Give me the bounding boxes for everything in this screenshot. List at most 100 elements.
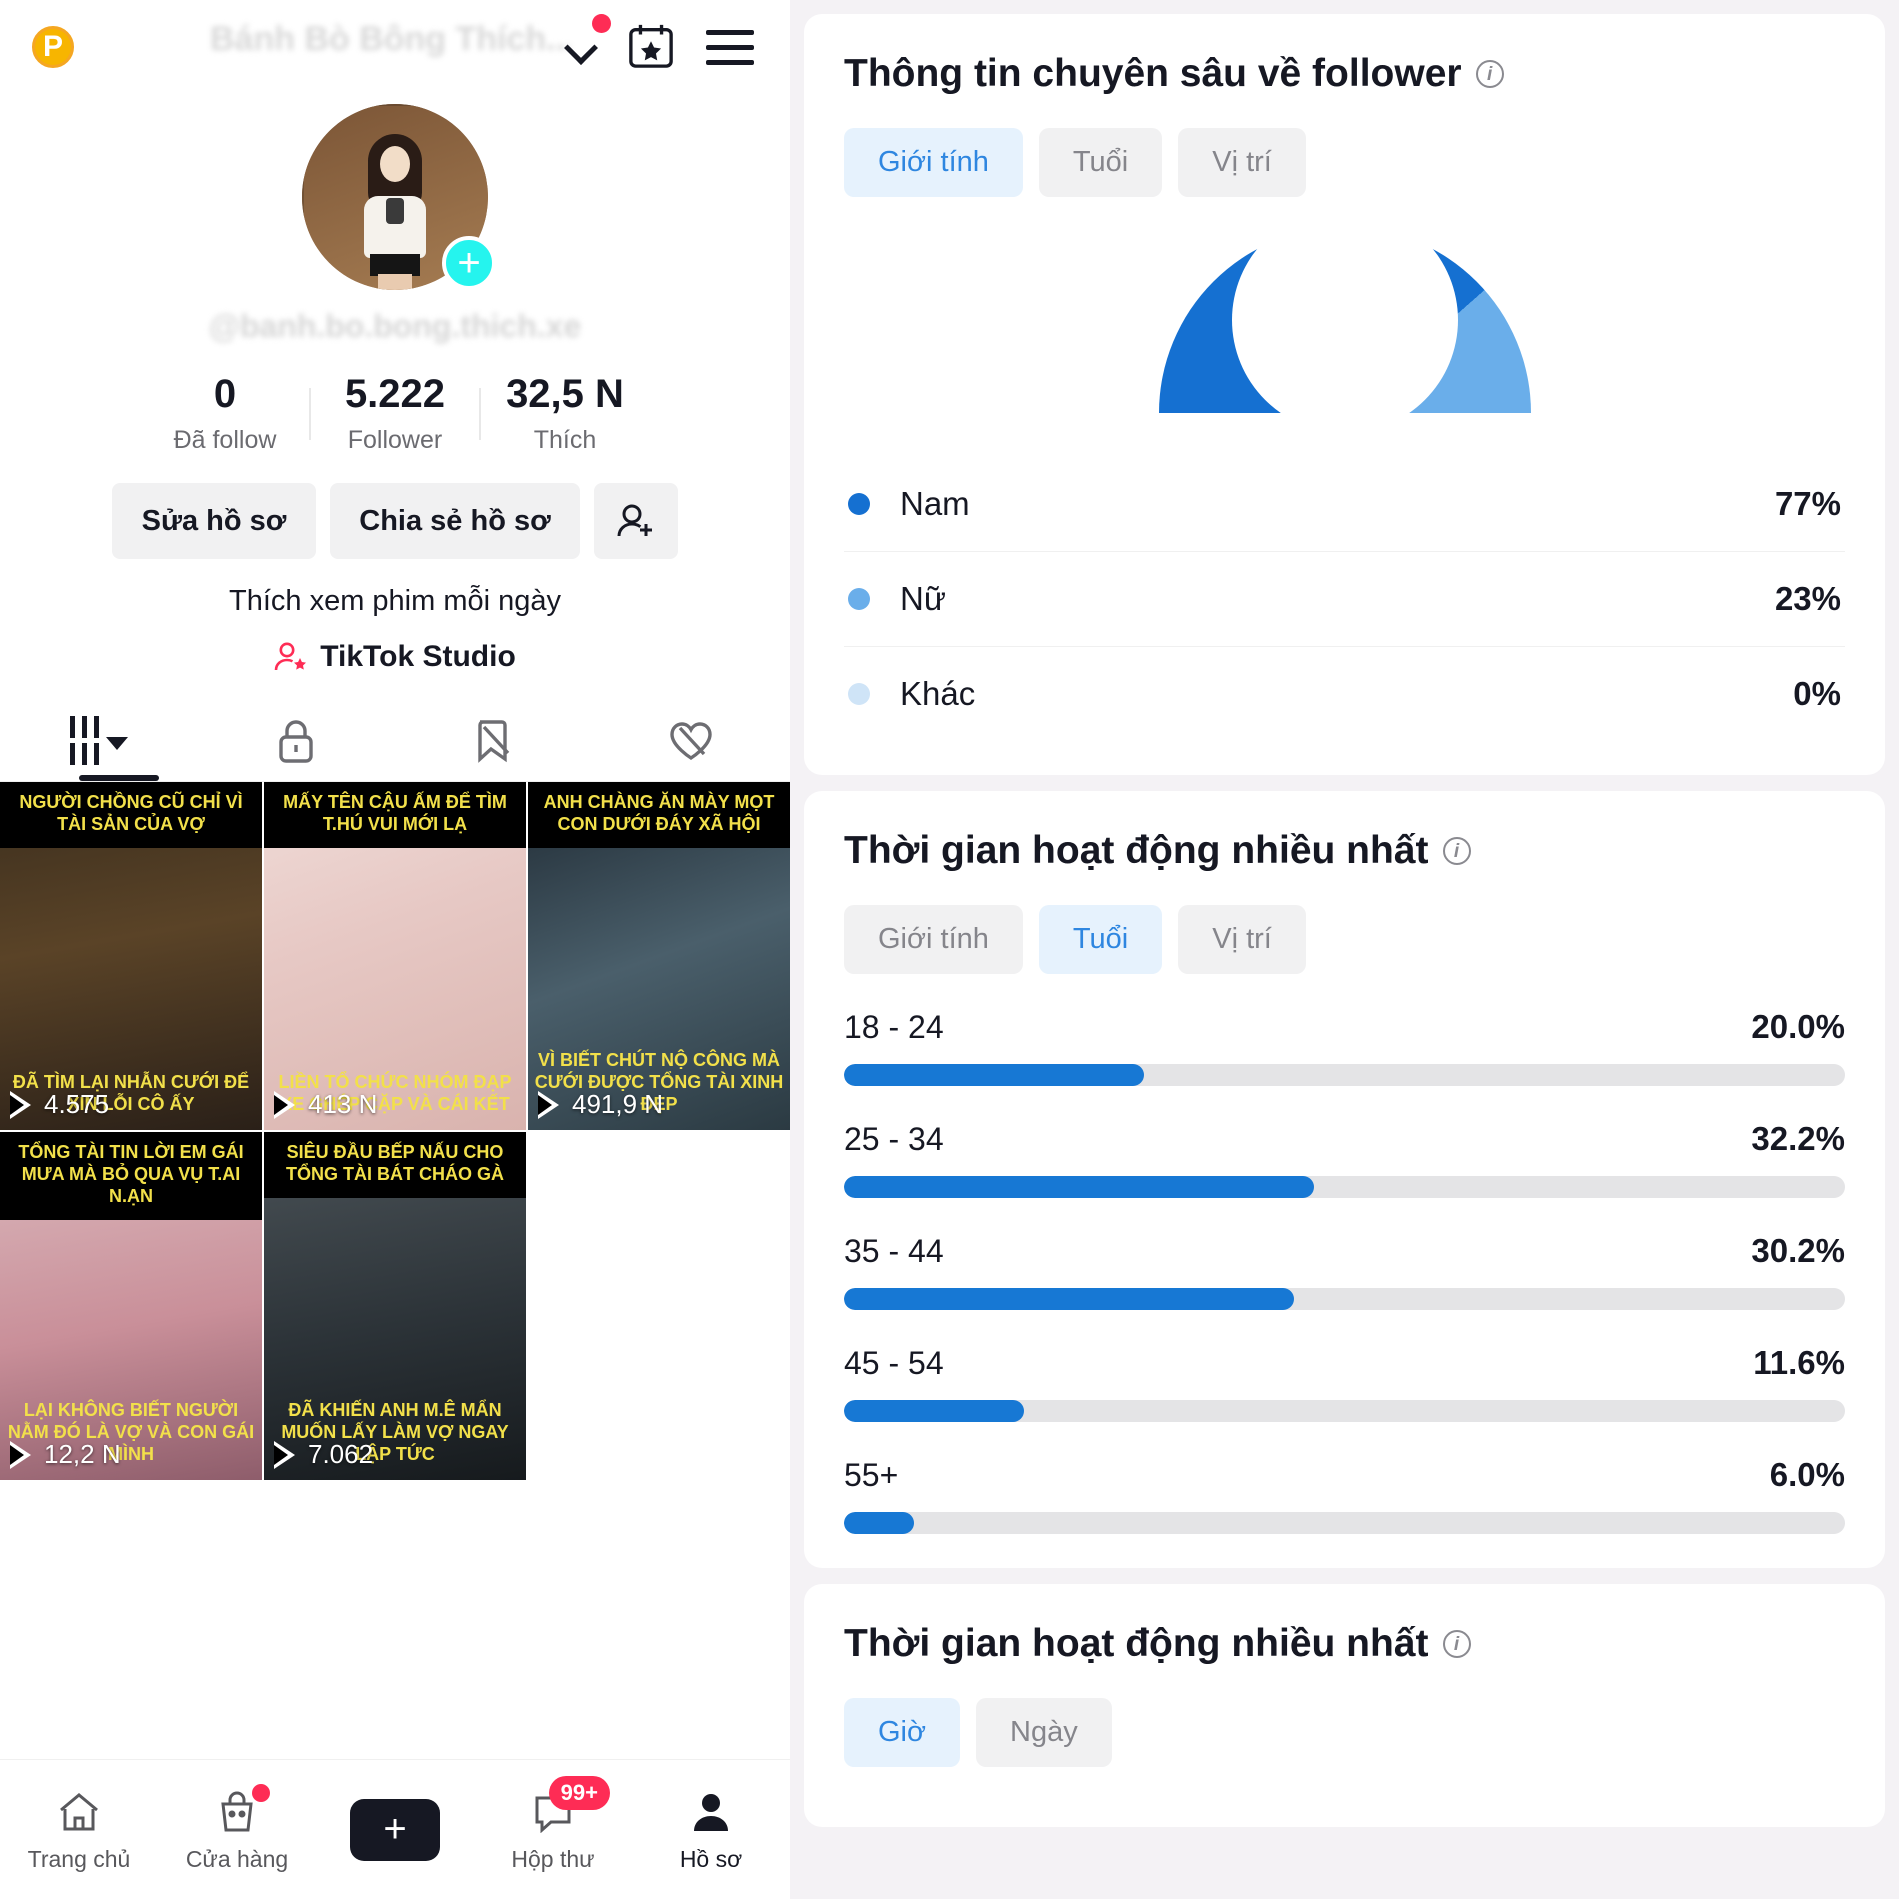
tab-ngay[interactable]: Ngày — [976, 1698, 1112, 1767]
active-tab-indicator — [79, 775, 159, 781]
activity-time-card: Thời gian hoạt động nhiều nhất i Giờ Ngà… — [804, 1584, 1885, 1827]
tab-tuoi[interactable]: Tuổi — [1038, 128, 1163, 197]
info-icon[interactable]: i — [1475, 60, 1504, 88]
progress-fill — [844, 1288, 1295, 1310]
stat-label: Đã follow — [173, 426, 277, 454]
legend-label: Nữ — [900, 580, 946, 617]
donut-hole — [1231, 227, 1458, 413]
video-view-count: 4.575 — [10, 1089, 109, 1120]
age-activity-card: Thời gian hoạt động nhiều nhất i Giới tí… — [804, 791, 1885, 1568]
info-icon[interactable]: i — [1442, 837, 1471, 865]
video-thumbnail[interactable]: ANH CHÀNG ĂN MÀY MỌT CON DƯỚI ĐÁY XÃ HỘI… — [528, 782, 790, 1130]
stat-followers[interactable]: 5.222 Follower — [311, 372, 479, 455]
follower-insights-card: Thông tin chuyên sâu về follower i Giới … — [804, 14, 1885, 775]
gender-legend: Nam 77% Nữ 23% Khác 0% — [844, 457, 1845, 741]
sidebar-item-private[interactable] — [198, 700, 396, 781]
progress-track — [844, 1288, 1845, 1310]
nav-label: Hồ sơ — [679, 1846, 743, 1872]
play-icon — [538, 1090, 562, 1119]
tab-gio[interactable]: Giờ — [844, 1698, 961, 1767]
card-title: Thời gian hoạt động nhiều nhất i — [844, 829, 1845, 873]
sidebar-item-liked[interactable] — [593, 700, 791, 781]
heart-off-icon — [670, 721, 712, 760]
legend-label: Khác — [900, 675, 976, 712]
bookmark-off-icon — [478, 719, 509, 763]
studio-person-star-icon — [274, 642, 307, 671]
analytics-panel[interactable]: Thông tin chuyên sâu về follower i Giới … — [790, 0, 1899, 1899]
progress-track — [844, 1064, 1845, 1086]
tab-gioi-tinh[interactable]: Giới tính — [844, 905, 1023, 974]
video-thumbnail[interactable]: NGƯỜI CHỒNG CŨ CHỈ VÌ TÀI SẢN CỦA VỢ ĐÃ … — [0, 782, 262, 1130]
sidebar-item-posts[interactable] — [0, 700, 198, 781]
nav-item-home[interactable]: Trang chủ — [0, 1786, 158, 1873]
age-range-label: 18 - 24 — [844, 1009, 944, 1045]
home-icon — [60, 1793, 98, 1831]
info-icon[interactable]: i — [1442, 1630, 1471, 1658]
nav-item-profile[interactable]: Hồ sơ — [632, 1786, 790, 1873]
stat-label: Thích — [533, 426, 597, 454]
age-percent-value: 11.6% — [1753, 1344, 1845, 1381]
tab-vi-tri[interactable]: Vị trí — [1178, 128, 1306, 197]
list-item: 55+ 6.0% — [844, 1456, 1845, 1534]
age-percent-value: 32.2% — [1751, 1120, 1845, 1157]
age-range-label: 35 - 44 — [844, 1233, 944, 1269]
share-profile-button[interactable]: Chia sẻ hồ sơ — [330, 483, 580, 559]
pro-badge-icon[interactable]: P — [28, 22, 78, 72]
video-caption-top: ANH CHÀNG ĂN MÀY MỌT CON DƯỚI ĐÁY XÃ HỘI — [528, 782, 790, 848]
video-grid: NGƯỜI CHỒNG CŨ CHỈ VÌ TÀI SẢN CỦA VỢ ĐÃ … — [0, 782, 790, 1480]
video-grid-empty-cell — [528, 1132, 790, 1480]
legend-label: Nam — [900, 485, 970, 522]
stat-following[interactable]: 0 Đã follow — [141, 372, 309, 455]
nav-item-inbox[interactable]: 99+ Hộp thư — [474, 1776, 632, 1873]
card-title-text: Thời gian hoạt động nhiều nhất — [844, 829, 1429, 872]
add-story-plus-icon[interactable]: + — [442, 236, 496, 290]
lock-icon — [279, 719, 313, 763]
tab-vi-tri[interactable]: Vị trí — [1178, 905, 1306, 974]
list-item: Khác 0% — [844, 647, 1845, 741]
nav-item-shop[interactable]: Cửa hàng — [158, 1784, 316, 1873]
progress-fill — [844, 1176, 1315, 1198]
avatar[interactable]: + — [302, 104, 496, 290]
list-item: 18 - 24 20.0% — [844, 1008, 1845, 1086]
edit-profile-button[interactable]: Sửa hồ sơ — [112, 483, 316, 559]
age-percent-value: 30.2% — [1751, 1232, 1845, 1269]
chevron-down-icon — [105, 737, 128, 750]
studio-label: TikTok Studio — [320, 640, 516, 673]
tiktok-studio-link[interactable]: TikTok Studio — [0, 640, 790, 674]
video-thumbnail[interactable]: SIÊU ĐẦU BẾP NẤU CHO TỔNG TÀI BÁT CHÁO G… — [264, 1132, 526, 1480]
video-thumbnail[interactable]: TỔNG TÀI TIN LỜI EM GÁI MƯA MÀ BỎ QUA VỤ… — [0, 1132, 262, 1480]
list-item: 25 - 34 32.2% — [844, 1120, 1845, 1198]
tab-gioi-tinh[interactable]: Giới tính — [844, 128, 1023, 197]
video-caption-top: NGƯỜI CHỒNG CŨ CHỈ VÌ TÀI SẢN CỦA VỢ — [0, 782, 262, 848]
profile-tabs — [0, 700, 790, 782]
profile-actions: Sửa hồ sơ Chia sẻ hồ sơ — [0, 483, 790, 559]
play-icon — [10, 1090, 34, 1119]
add-friends-button[interactable] — [594, 483, 678, 559]
nav-item-create[interactable]: + — [316, 1798, 474, 1861]
legend-value: 0% — [1793, 675, 1841, 712]
age-range-label: 55+ — [844, 1457, 899, 1493]
legend-value: 77% — [1774, 485, 1841, 522]
progress-track — [844, 1512, 1845, 1534]
legend-dot-khac — [848, 683, 870, 705]
video-view-count: 12,2 N — [10, 1439, 121, 1470]
play-icon — [274, 1440, 298, 1469]
tiktok-profile-panel: P Bánh Bò Bông Thích... + @banh.bo.bong.… — [0, 0, 790, 1899]
sidebar-item-saved[interactable] — [395, 700, 593, 781]
video-thumbnail[interactable]: MẤY TÊN CẬU ẤM ĐỂ TÌM T.HÚ VUI MỚI LẠ LI… — [264, 782, 526, 1130]
play-icon — [274, 1090, 298, 1119]
stat-likes[interactable]: 32,5 N Thích — [481, 372, 649, 455]
create-plus-icon[interactable]: + — [342, 1798, 448, 1861]
nav-label: Hộp thư — [511, 1846, 595, 1872]
segmented-control-gender: Giới tính Tuổi Vị trí — [844, 128, 1845, 197]
age-percent-value: 20.0% — [1751, 1008, 1845, 1045]
video-view-count: 413 N — [274, 1089, 377, 1120]
stat-value: 32,5 N — [506, 372, 624, 416]
card-title: Thời gian hoạt động nhiều nhất i — [844, 1622, 1845, 1666]
tab-tuoi[interactable]: Tuổi — [1038, 905, 1163, 974]
chevron-down-icon[interactable] — [565, 32, 595, 62]
list-item: Nam 77% — [844, 457, 1845, 552]
progress-fill — [844, 1400, 1025, 1422]
hamburger-menu-icon[interactable] — [706, 30, 754, 65]
calendar-star-icon[interactable] — [628, 22, 674, 70]
